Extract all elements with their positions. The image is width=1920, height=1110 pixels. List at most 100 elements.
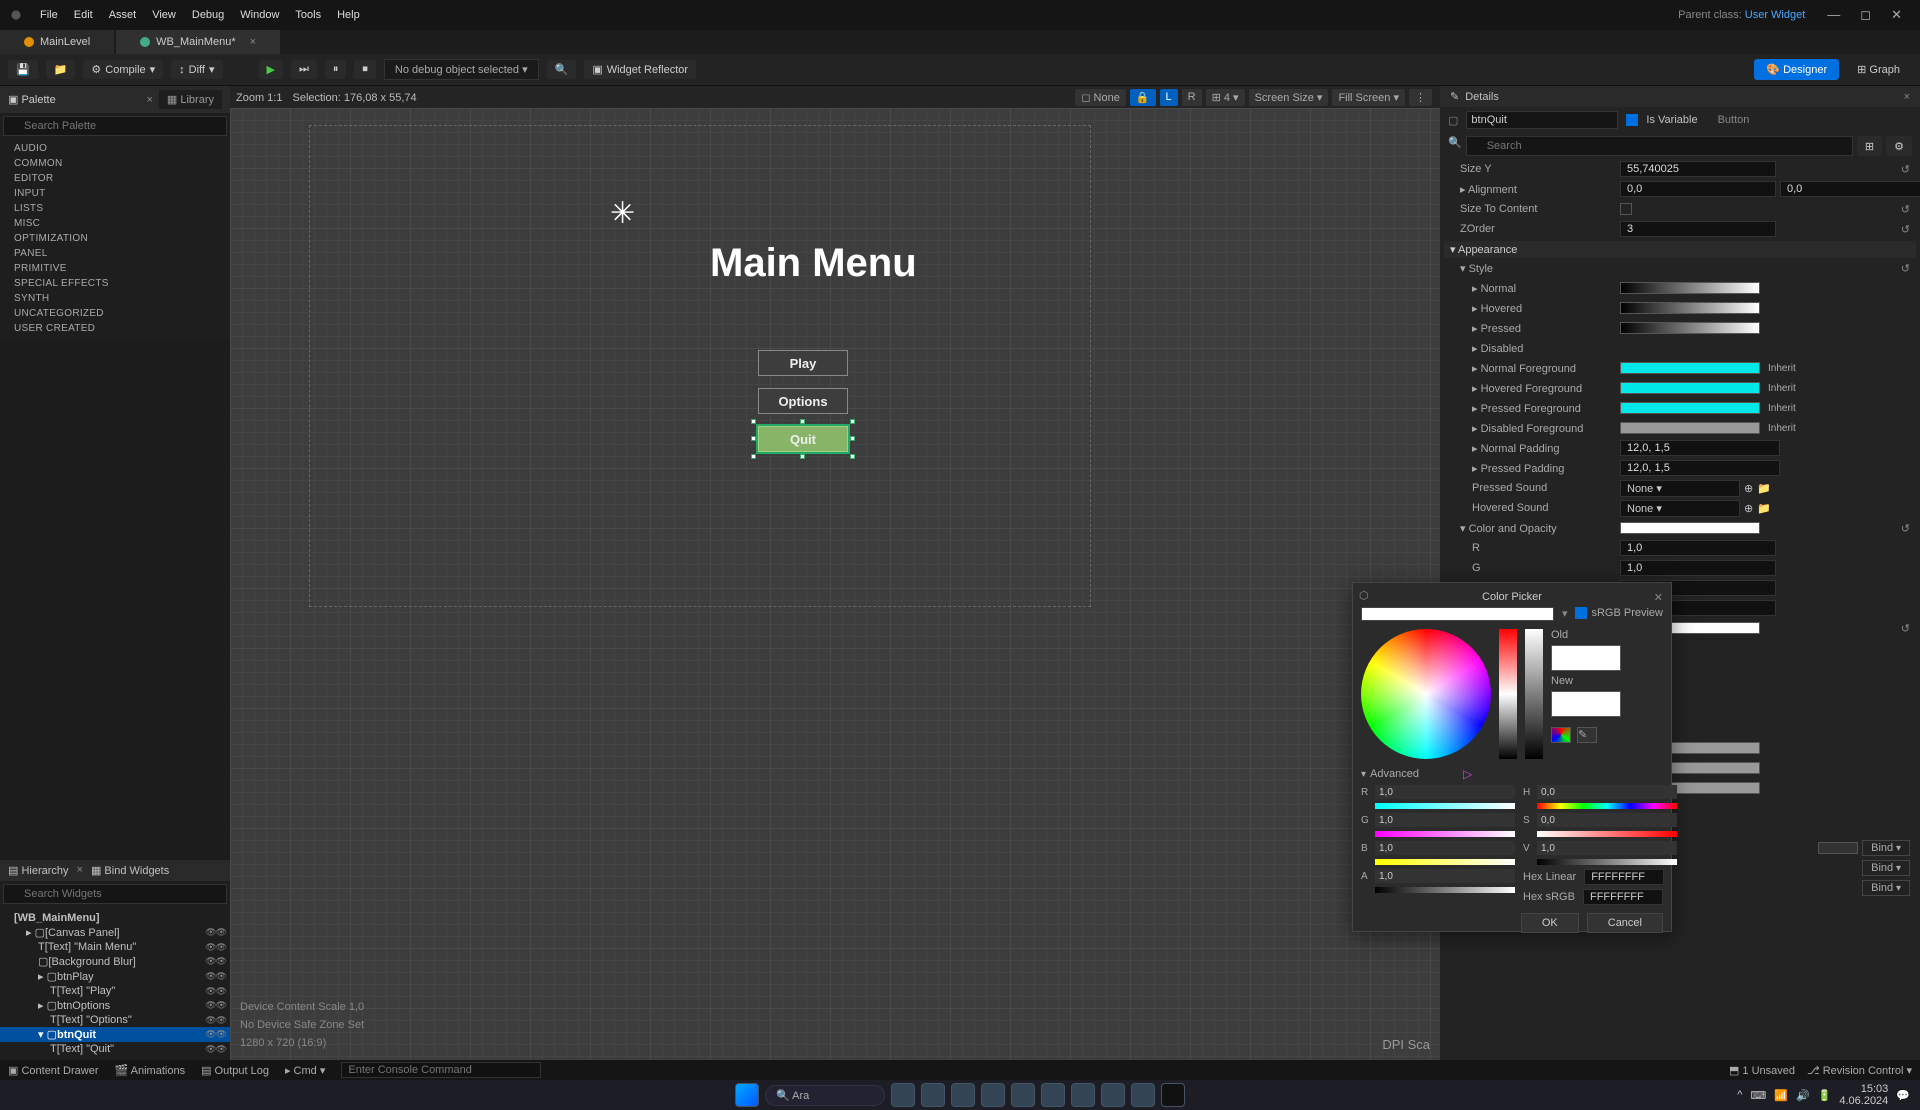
vp-lock-icon[interactable]: 🔒 <box>1130 89 1156 106</box>
graph-tab[interactable]: ⊞ Graph <box>1845 59 1912 80</box>
palette-category[interactable]: PRIMITIVE <box>0 261 230 276</box>
cancel-button[interactable]: Cancel <box>1587 913 1663 933</box>
maximize-icon[interactable]: ◻ <box>1850 3 1881 27</box>
reset-icon[interactable]: ↺ <box>1901 203 1910 216</box>
menu-edit[interactable]: Edit <box>66 5 101 25</box>
hierarchy-item[interactable]: ▢ [Background Blur]👁👁 <box>0 954 230 969</box>
prop-pressed-padding-label[interactable]: ▸ Pressed Padding <box>1450 462 1620 475</box>
palette-category[interactable]: EDITOR <box>0 171 230 186</box>
prop-pressed-label[interactable]: ▸ Pressed <box>1450 322 1620 335</box>
explorer-icon[interactable] <box>921 1083 945 1107</box>
tray-chevron-icon[interactable]: ^ <box>1737 1089 1742 1101</box>
ok-button[interactable]: OK <box>1521 913 1579 933</box>
prop-sizetocontent-checkbox[interactable] <box>1620 203 1632 215</box>
unsaved-button[interactable]: ⬒ 1 Unsaved <box>1729 1064 1795 1077</box>
browse-button[interactable]: 📁 <box>46 60 76 79</box>
vp-r-icon[interactable]: R <box>1182 89 1202 106</box>
bind-button[interactable]: Bind ▾ <box>1862 840 1910 856</box>
hierarchy-item[interactable]: ▸ ▢ btnPlay👁👁 <box>0 969 230 984</box>
hierarchy-tab[interactable]: ▤ Hierarchy <box>8 864 69 877</box>
bind-button[interactable]: Bind ▾ <box>1862 860 1910 876</box>
designer-tab[interactable]: 🎨 Designer <box>1754 59 1839 80</box>
hierarchy-root[interactable]: [WB_MainMenu] <box>0 911 230 925</box>
animations-button[interactable]: 🎬 Animations <box>115 1064 186 1077</box>
reset-icon[interactable]: ↺ <box>1901 223 1910 236</box>
taskview-icon[interactable] <box>891 1083 915 1107</box>
app-icon[interactable] <box>1101 1083 1125 1107</box>
palette-close-icon[interactable]: × <box>146 94 152 106</box>
tab-mainlevel[interactable]: MainLevel <box>0 30 114 54</box>
close-tab-icon[interactable]: × <box>250 36 256 48</box>
use-icon[interactable]: ⊕ <box>1744 502 1753 515</box>
save-button[interactable]: 💾 <box>8 60 38 79</box>
palette-category[interactable]: COMMON <box>0 156 230 171</box>
hierarchy-item[interactable]: ▸ ▢ btnOptions👁👁 <box>0 998 230 1013</box>
saturation-slider[interactable] <box>1499 629 1517 759</box>
prop-normal-swatch[interactable] <box>1620 282 1760 294</box>
palette-category[interactable]: PANEL <box>0 246 230 261</box>
prop-normal-padding-input[interactable] <box>1620 440 1780 456</box>
reset-icon[interactable]: ↺ <box>1901 163 1910 176</box>
palette-category[interactable]: SYNTH <box>0 291 230 306</box>
compile-button[interactable]: ⚙ Compile ▾ <box>83 60 163 79</box>
button-mode-tab[interactable]: Button <box>1718 114 1750 126</box>
cp-h-slider[interactable] <box>1537 803 1677 809</box>
hierarchy-close-icon[interactable]: × <box>77 864 83 877</box>
tray-lang-icon[interactable]: ⌨ <box>1750 1089 1766 1102</box>
reset-icon[interactable]: ↺ <box>1901 522 1910 535</box>
color-dropdown-icon[interactable]: ▾ <box>1562 607 1568 620</box>
visibility-icon[interactable]: 👁👁 <box>205 971 226 982</box>
prop-pressed-swatch[interactable] <box>1620 322 1760 334</box>
cp-b-slider[interactable] <box>1375 859 1515 865</box>
prop-r-input[interactable] <box>1620 540 1776 556</box>
prop-normal-label[interactable]: ▸ Normal <box>1450 282 1620 295</box>
diff-button[interactable]: ↕ Diff ▾ <box>171 60 222 79</box>
cp-v-slider[interactable] <box>1537 859 1677 865</box>
app-icon[interactable] <box>1131 1083 1155 1107</box>
details-tab[interactable]: ✎ Details× <box>1440 86 1920 107</box>
palette-category[interactable]: LISTS <box>0 201 230 216</box>
app-icon[interactable] <box>981 1083 1005 1107</box>
palette-category[interactable]: MISC <box>0 216 230 231</box>
menu-window[interactable]: Window <box>232 5 287 25</box>
color-wheel[interactable] <box>1361 629 1491 759</box>
browse-icon[interactable]: 📁 <box>1757 482 1771 495</box>
close-icon[interactable]: ✕ <box>1881 3 1912 27</box>
vp-loc-icon[interactable]: L <box>1160 89 1178 106</box>
pause-button[interactable]: ⏸ <box>325 60 347 79</box>
hex-srgb-input[interactable] <box>1583 889 1663 905</box>
vp-screen-size[interactable]: Screen Size ▾ <box>1249 89 1329 106</box>
visibility-icon[interactable]: 👁👁 <box>205 927 226 938</box>
prop-color-opacity-swatch[interactable] <box>1620 522 1760 534</box>
hierarchy-item[interactable]: T [Text] "Main Menu"👁👁 <box>0 940 230 954</box>
prop-normal-fg-label[interactable]: ▸ Normal Foreground <box>1450 362 1620 375</box>
debug-object-dropdown[interactable]: No debug object selected ▾ <box>384 59 539 80</box>
prop-disabled-fg-label[interactable]: ▸ Disabled Foreground <box>1450 422 1620 435</box>
widget-quit-button[interactable]: Quit <box>758 426 848 452</box>
app-icon[interactable] <box>1011 1083 1035 1107</box>
cp-s-input[interactable] <box>1537 813 1677 827</box>
hierarchy-item-selected[interactable]: ▾ ▢ btnQuit👁👁 <box>0 1027 230 1042</box>
palette-search-input[interactable] <box>3 116 227 136</box>
cp-r-input[interactable] <box>1375 785 1515 799</box>
palette-category[interactable]: AUDIO <box>0 141 230 156</box>
tray-clock[interactable]: 15:034.06.2024 <box>1839 1083 1888 1107</box>
prop-pressed-fg-swatch[interactable] <box>1620 402 1760 414</box>
vp-more-icon[interactable]: ⋮ <box>1409 89 1432 106</box>
color-picker-close-icon[interactable]: ✕ <box>1654 591 1663 604</box>
widget-play-button[interactable]: Play <box>758 350 848 376</box>
visibility-icon[interactable]: 👁👁 <box>205 1029 226 1040</box>
visibility-icon[interactable]: 👁👁 <box>205 986 226 997</box>
menu-tools[interactable]: Tools <box>287 5 329 25</box>
minimize-icon[interactable]: — <box>1817 3 1850 27</box>
hierarchy-item[interactable]: T [Text] "Play"👁👁 <box>0 984 230 998</box>
visibility-icon[interactable]: 👁👁 <box>205 1015 226 1026</box>
reset-icon[interactable]: ↺ <box>1901 622 1910 635</box>
use-icon[interactable]: ⊕ <box>1744 482 1753 495</box>
visibility-icon[interactable]: 👁👁 <box>205 1000 226 1011</box>
visibility-icon[interactable]: 👁👁 <box>205 1044 226 1055</box>
section-appearance[interactable]: ▾ Appearance <box>1444 241 1916 258</box>
prop-swatch[interactable] <box>1818 842 1858 854</box>
eyedropper-icon[interactable]: ✎ <box>1577 727 1597 743</box>
tray-notifications-icon[interactable]: 💬 <box>1896 1089 1910 1102</box>
